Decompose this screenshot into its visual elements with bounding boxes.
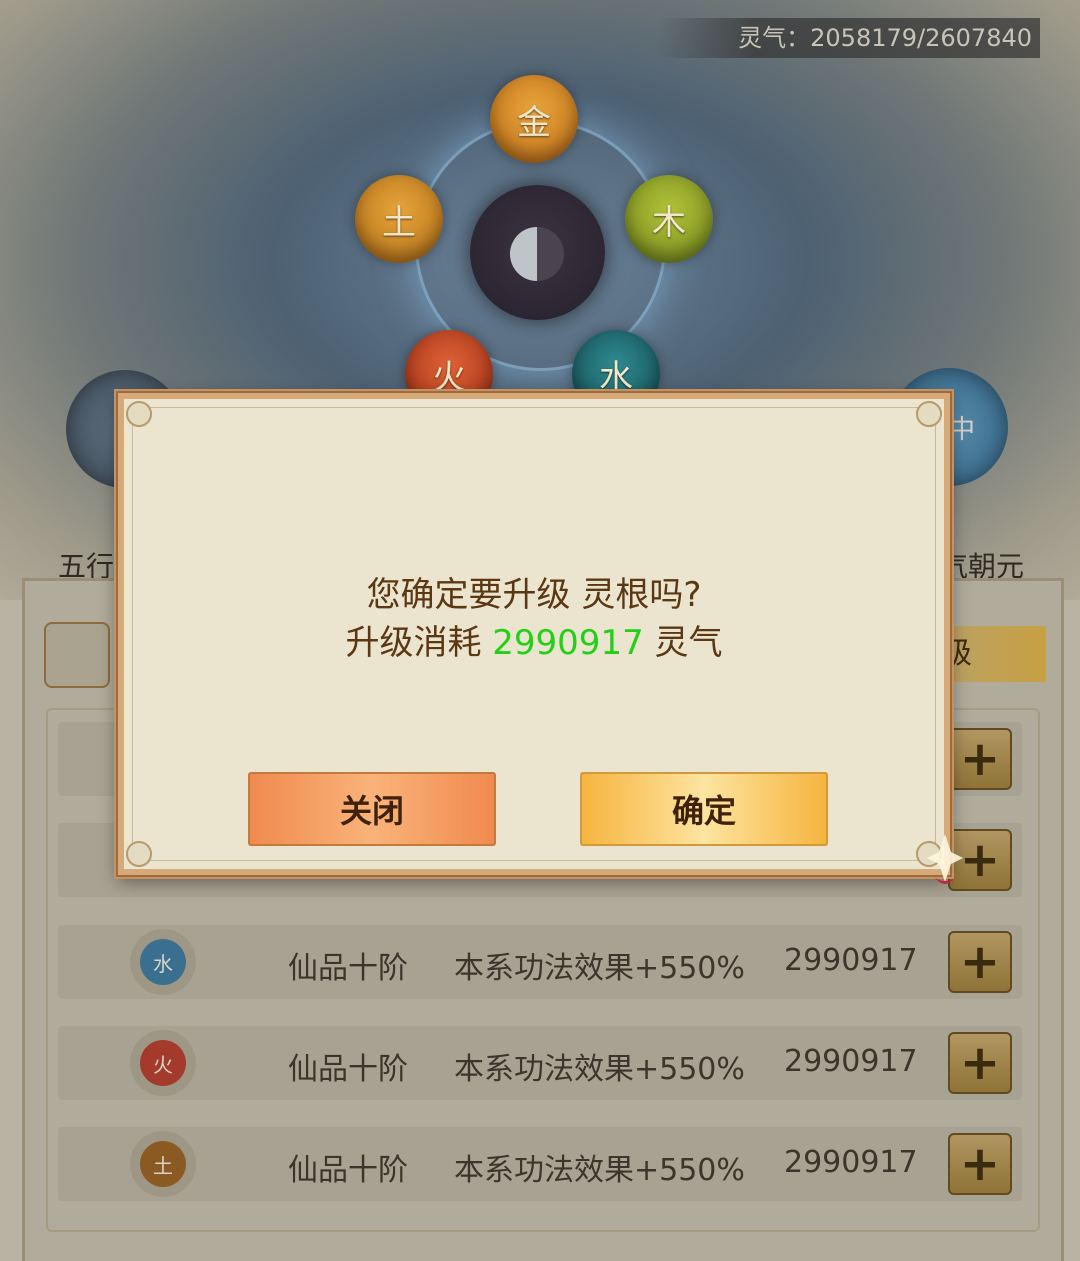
fairy-sparkle-icon [927,834,963,884]
dialog-cost-line: 升级消耗 2990917 灵气 [345,623,723,663]
corner-ornament-icon [126,401,152,427]
cost-value: 2990917 [492,623,644,663]
corner-ornament-icon [126,841,152,867]
confirm-button[interactable]: 确定 [580,772,828,846]
corner-ornament-icon [916,401,942,427]
upgrade-confirm-dialog: 您确定要升级 灵根吗? 升级消耗 2990917 灵气 关闭 确定 [116,391,952,877]
close-button[interactable]: 关闭 [248,772,496,846]
dialog-question: 您确定要升级 灵根吗? [366,575,702,615]
